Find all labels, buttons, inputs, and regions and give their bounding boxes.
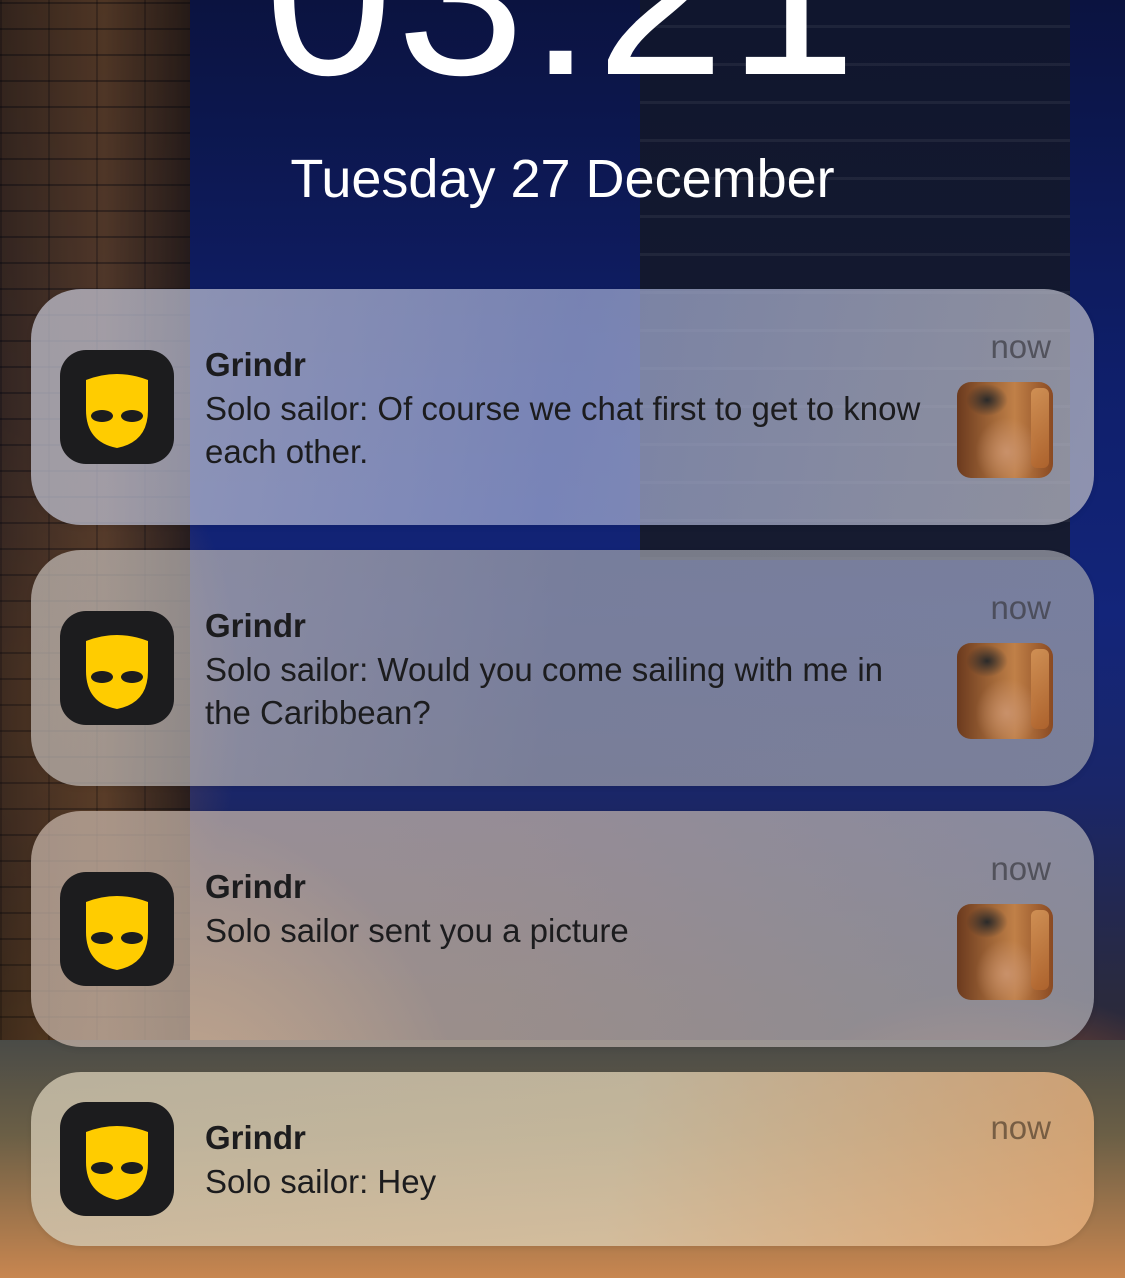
sender-photo-thumbnail [957,643,1053,739]
sender-photo-thumbnail [957,382,1053,478]
notification-time: now [990,850,1051,887]
grindr-mask-icon [60,350,174,464]
notification-time: now [990,589,1051,626]
notification-time: now [990,1109,1051,1146]
notification-app-name: Grindr [205,868,306,905]
notification-message: Solo sailor: Would you come sailing with… [205,651,884,731]
notification-card[interactable]: Grindr Solo sailor: Would you come saili… [31,550,1094,786]
notification-time: now [990,328,1051,365]
grindr-mask-icon [60,1102,174,1216]
lock-screen-clock: 03:21 [0,0,1125,110]
notification-card[interactable]: Grindr Solo sailor: Of course we chat fi… [31,289,1094,525]
lock-screen-date: Tuesday 27 December [290,149,835,209]
notification-card[interactable]: Grindr Solo sailor: Hey now [31,1072,1094,1246]
grindr-mask-icon [60,611,174,725]
notification-app-name: Grindr [205,346,306,383]
grindr-mask-icon [60,872,174,986]
notification-card[interactable]: Grindr Solo sailor sent you a picture no… [31,811,1094,1047]
notification-message: Solo sailor: Hey [205,1163,437,1200]
sender-photo-thumbnail [957,904,1053,1000]
notification-message: Solo sailor sent you a picture [205,912,629,949]
notification-app-name: Grindr [205,1119,306,1156]
notification-message: Solo sailor: Of course we chat first to … [205,390,921,470]
notification-app-name: Grindr [205,607,306,644]
